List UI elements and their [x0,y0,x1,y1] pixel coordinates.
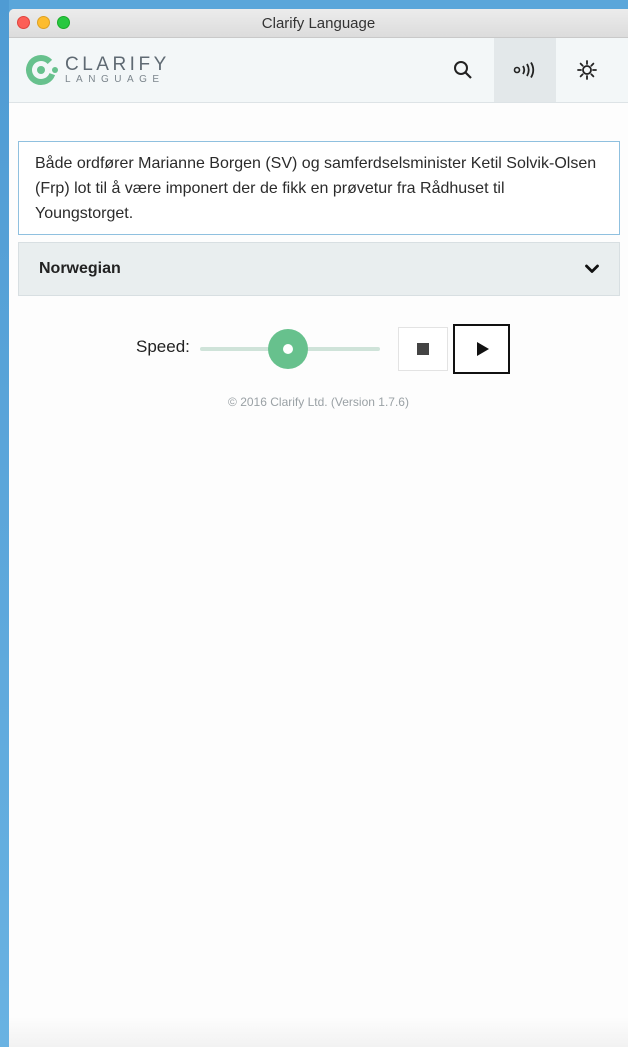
stop-icon [417,343,429,355]
desktop-background [0,0,9,1047]
clarify-logo-icon [26,55,58,85]
search-button[interactable] [432,38,494,102]
window-footer [9,1017,628,1047]
logo-subtitle: LANGUAGE [65,74,165,85]
gear-icon [577,60,597,80]
speed-slider-thumb[interactable] [268,329,308,369]
text-input-area[interactable]: Både ordfører Marianne Borgen (SV) og sa… [18,141,620,235]
logo-wordmark: CLARIFY [65,54,170,75]
chevron-down-icon [585,264,599,273]
window-title: Clarify Language [261,15,376,32]
slider-thumb-dot [283,344,293,354]
search-icon [454,61,472,79]
stop-button[interactable] [398,327,448,371]
language-select[interactable]: Norwegian [18,242,620,296]
speak-icon [513,62,535,78]
settings-button[interactable] [556,38,618,102]
window-titlebar[interactable]: Clarify Language [9,9,628,38]
speak-button[interactable] [494,38,556,102]
play-icon [477,342,489,356]
clarify-logo: CLARIFY LANGUAGE [25,52,170,88]
speed-label: Speed: [136,337,190,356]
app-header: CLARIFY LANGUAGE [9,38,628,103]
play-button[interactable] [453,324,510,374]
copyright-text: © 2016 Clarify Ltd. (Version 1.7.6) [228,395,409,409]
language-selected-value: Norwegian [39,260,121,277]
app-window: Clarify Language CLARIFY LANGUAGE Både o… [9,9,628,1047]
playback-controls: Speed: [9,324,628,374]
